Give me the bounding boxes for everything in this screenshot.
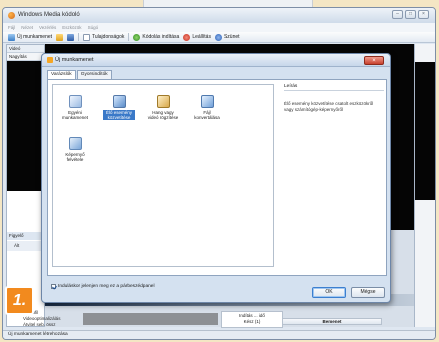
wizard-label: Hang vagy videó rögzítése (147, 110, 179, 120)
status-bar: Új munkamenet létrehozása (3, 330, 435, 339)
status-field: Indítás ... idő Kész (1) (221, 311, 283, 328)
wizard-list: Egyéni munkamenet Élő esemény közvetítés… (52, 84, 274, 267)
wizard-label: Fájl konvertálása (194, 110, 220, 120)
list-item: Átvitel seb. össz (23, 322, 56, 327)
pause-icon (214, 33, 222, 41)
right-panel (414, 44, 435, 327)
minimize-button[interactable]: – (392, 10, 403, 19)
dialog-close-button[interactable]: × (364, 56, 384, 65)
description-header-label: Leírás (284, 84, 300, 89)
description-header: Leírás (284, 84, 384, 91)
monitor-header: Figyelő (7, 232, 44, 240)
stop-button[interactable]: Leállítás (183, 33, 211, 41)
toolbar: Új munkamenet Tulajdonságok Kódolás indí… (3, 32, 435, 43)
left-panel: Videó Nagyítás Figyelő Ált (6, 44, 45, 327)
zoom-label[interactable]: Nagyítás (7, 53, 44, 61)
description-text: Élő esemény közvetítése csatolt eszközök… (284, 101, 374, 112)
menu-tools[interactable]: Eszközök (62, 25, 81, 30)
new-session-dialog: Új munkamenet × Varázslók Gyorsindítók E… (41, 53, 391, 303)
menu-view[interactable]: Nézet (21, 25, 33, 30)
save-icon[interactable] (67, 33, 75, 41)
custom-session-icon (68, 95, 82, 108)
toolbar-separator (128, 33, 130, 41)
video-panel-header: Videó (7, 45, 44, 53)
start-icon (133, 33, 141, 41)
close-button[interactable]: × (418, 10, 429, 19)
right-preview (415, 62, 435, 200)
properties-label: Tulajdonságok (92, 34, 125, 40)
dialog-icon (47, 57, 53, 63)
left-preview (7, 61, 44, 191)
stop-label: Leállítás (192, 34, 211, 40)
start-encoding-button[interactable]: Kódolás indítása (133, 33, 180, 41)
ok-button[interactable]: OK (312, 287, 346, 298)
screen-capture-icon (68, 137, 82, 150)
menu-control[interactable]: Vezérlés (39, 25, 56, 30)
dialog-title-bar: Új munkamenet × (42, 54, 390, 67)
tab-quickstarts[interactable]: Gyorsindítók (76, 70, 112, 79)
window-controls: – □ × (392, 10, 429, 20)
wizard-convert-file[interactable]: Fájl konvertálása (191, 95, 223, 120)
wizard-custom-session[interactable]: Egyéni munkamenet (59, 95, 91, 120)
properties-button[interactable]: Tulajdonságok (83, 33, 125, 41)
window-title: Windows Media kódoló (18, 12, 80, 18)
tab-panel: Egyéni munkamenet Élő esemény közvetítés… (47, 79, 387, 276)
dialog-title: Új munkamenet (55, 57, 94, 63)
menu-file[interactable]: Fájl (8, 25, 15, 30)
new-session-button[interactable]: Új munkamenet (8, 33, 53, 41)
capture-av-icon (156, 95, 170, 108)
bottom-field (83, 313, 218, 325)
show-on-start-row[interactable]: Induláskor jelenjen meg ez a párbeszédpa… (51, 284, 155, 289)
wizard-screen-capture[interactable]: Képernyő felvétele (59, 137, 91, 162)
menu-bar: Fájl Nézet Vezérlés Eszközök Súgó (3, 23, 435, 32)
wizard-label: Élő esemény közvetítése (103, 110, 135, 120)
description-panel: Leírás Élő esemény közvetítése csatolt e… (284, 84, 384, 124)
wizard-capture-av[interactable]: Hang vagy videó rögzítése (147, 95, 179, 120)
open-folder-icon[interactable] (56, 33, 64, 41)
stop-icon (183, 33, 191, 41)
app-icon (8, 12, 15, 19)
cancel-button[interactable]: Mégse (351, 287, 385, 298)
pause-label: Szünet (223, 34, 240, 40)
monitor-tab[interactable]: Ált (7, 241, 44, 251)
status-line: Kész (1) (243, 318, 261, 324)
menu-help[interactable]: Súgó (88, 25, 99, 30)
wizard-label: Képernyő felvétele (65, 152, 85, 162)
start-encoding-label: Kódolás indítása (142, 34, 180, 40)
wizard-label: Egyéni munkamenet (61, 110, 88, 120)
title-bar: Windows Media kódoló – □ × (3, 8, 435, 23)
maximize-button[interactable]: □ (405, 10, 416, 19)
wizard-broadcast-live[interactable]: Élő esemény közvetítése (103, 95, 135, 120)
toolbar-separator (78, 33, 80, 41)
broadcast-live-icon (112, 95, 126, 108)
show-on-start-label: Induláskor jelenjen meg ez a párbeszédpa… (58, 284, 155, 289)
properties-icon (83, 33, 91, 41)
new-session-label: Új munkamenet (17, 34, 53, 40)
convert-file-icon (200, 95, 214, 108)
input-table-header: Bemenet (282, 318, 382, 325)
new-session-icon (8, 33, 15, 41)
pause-button[interactable]: Szünet (214, 33, 240, 41)
step-badge: 1. (5, 286, 34, 315)
show-on-start-checkbox[interactable] (51, 284, 56, 289)
